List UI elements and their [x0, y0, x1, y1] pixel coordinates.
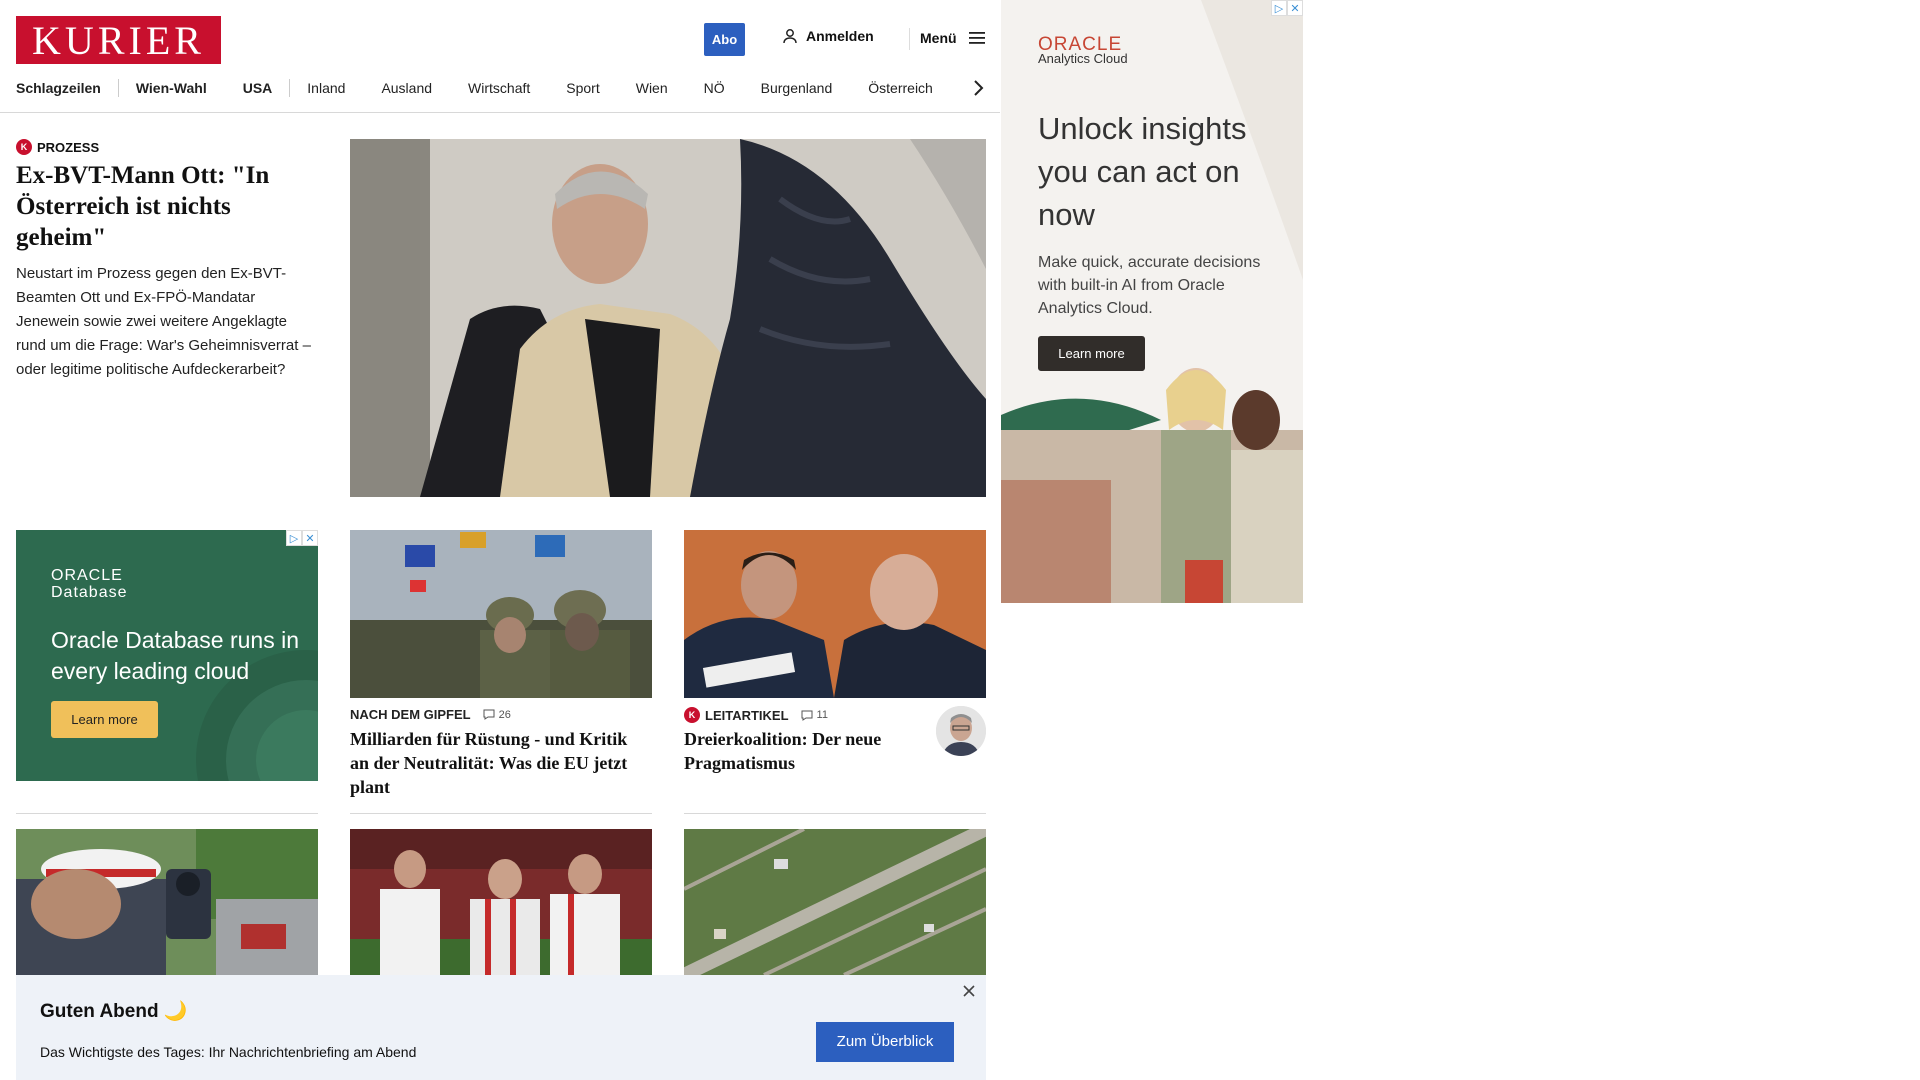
kurier-logo[interactable]: KURIER: [16, 16, 221, 64]
oracle-logo-line2: Database: [51, 584, 128, 601]
lead-kicker: K PROZESS: [16, 139, 99, 155]
ad-headline: Oracle Database runs in every leading cl…: [51, 627, 300, 684]
user-icon: [783, 29, 797, 44]
adchoices-icon[interactable]: ▷: [286, 530, 302, 546]
police-radar-photo: [16, 829, 318, 975]
learn-more-button[interactable]: Learn more: [1038, 336, 1145, 371]
card-headline[interactable]: Milliarden für Rüstung - und Kritik an d…: [350, 727, 650, 799]
divider: [289, 79, 291, 97]
aerial-photo: [684, 829, 986, 975]
comment-count[interactable]: 26: [483, 709, 511, 721]
nav-item-inland[interactable]: Inland: [307, 80, 345, 96]
evening-briefing-banner: Guten Abend 🌙 Das Wichtigste des Tages: …: [16, 975, 986, 1080]
nav-item-usa[interactable]: USA: [243, 80, 273, 96]
comment-count[interactable]: 11: [801, 709, 828, 721]
football-photo: [350, 829, 652, 975]
menu-label: Menü: [920, 30, 957, 46]
oracle-analytics-ad[interactable]: ORACLE Analytics Cloud Unlock insights y…: [1001, 0, 1303, 603]
card-kicker: NACH DEM GIPFEL: [350, 707, 471, 722]
lead-kicker-label: PROZESS: [37, 139, 100, 155]
oracle-logo: ORACLE Database: [51, 567, 128, 601]
lead-image[interactable]: [350, 139, 986, 497]
divider: [350, 813, 652, 814]
close-icon[interactable]: [962, 984, 976, 998]
card-image-police[interactable]: [16, 829, 318, 975]
nav-item-wien[interactable]: Wien: [636, 80, 668, 96]
nav-item-wirtschaft[interactable]: Wirtschaft: [468, 80, 530, 96]
comment-count-value: 11: [816, 709, 828, 721]
author-photo: [936, 706, 986, 756]
lead-photo: [350, 139, 986, 497]
overview-button[interactable]: Zum Überblick: [816, 1022, 954, 1062]
abo-button[interactable]: Abo: [704, 23, 745, 56]
divider: [684, 813, 986, 814]
card-image-football[interactable]: [350, 829, 652, 975]
lead-headline[interactable]: Ex-BVT-Mann Ott: "In Österreich ist nich…: [16, 160, 316, 253]
close-icon[interactable]: ✕: [1287, 0, 1303, 16]
card-image-aerial[interactable]: [684, 829, 986, 975]
learn-more-button[interactable]: Learn more: [51, 701, 158, 738]
menu-button[interactable]: Menü: [920, 30, 985, 46]
divider: [117, 79, 119, 97]
kurier-plus-icon: K: [16, 139, 32, 155]
oracle-database-ad[interactable]: ORACLE Database Oracle Database runs in …: [16, 530, 318, 781]
ad-body: Make quick, accurate decisions with buil…: [1038, 254, 1261, 317]
divider: [16, 813, 318, 814]
card-image-eu-summit[interactable]: [350, 530, 652, 698]
nav-item-ausland[interactable]: Ausland: [381, 80, 432, 96]
comment-icon: [801, 710, 813, 721]
adchoices[interactable]: ▷ ✕: [1271, 0, 1303, 16]
lead-teaser[interactable]: Neustart im Prozess gegen den Ex-BVT-Bea…: [16, 262, 321, 382]
card-meta: NACH DEM GIPFEL 26: [350, 707, 511, 722]
nav-item-sport[interactable]: Sport: [566, 80, 599, 96]
chevron-right-icon[interactable]: [972, 79, 984, 97]
nav-item-burgenland[interactable]: Burgenland: [761, 80, 833, 96]
politicians-photo: [684, 530, 986, 698]
briefing-title: Guten Abend 🌙: [40, 1001, 188, 1022]
nav-item-schlagzeilen[interactable]: Schlagzeilen: [16, 80, 101, 96]
nav-item-noe[interactable]: NÖ: [704, 80, 725, 96]
briefing-text: Das Wichtigste des Tages: Ihr Nachrichte…: [40, 1044, 417, 1060]
ad-subbrand: Analytics Cloud: [1038, 51, 1128, 66]
oracle-logo-line1: ORACLE: [51, 567, 123, 584]
card-headline[interactable]: Dreierkoalition: Der neue Pragmatismus: [684, 727, 924, 775]
kurier-plus-icon: K: [684, 707, 700, 723]
card-meta: K LEITARTIKEL 11: [684, 707, 828, 723]
site-header: KURIER Abo Anmelden Menü Schlagzeilen Wi…: [0, 0, 1000, 113]
adchoices-icon[interactable]: ▷: [1271, 0, 1287, 16]
card-kicker: LEITARTIKEL: [705, 707, 789, 723]
comment-icon: [483, 709, 495, 720]
close-icon[interactable]: ✕: [302, 530, 318, 546]
comment-count-value: 26: [498, 708, 511, 721]
divider: [909, 28, 910, 50]
login-button[interactable]: Anmelden: [782, 28, 874, 44]
section-nav: Schlagzeilen Wien-Wahl USA Inland Auslan…: [16, 78, 933, 98]
login-label: Anmelden: [806, 28, 874, 44]
soldiers-photo: [350, 530, 652, 698]
card-image-coalition[interactable]: [684, 530, 986, 698]
author-avatar[interactable]: [936, 706, 986, 756]
adchoices[interactable]: ▷ ✕: [286, 530, 318, 546]
ad-headline: Unlock insights you can act on now: [1038, 111, 1247, 232]
hamburger-icon: [968, 32, 985, 44]
nav-item-oesterreich[interactable]: Österreich: [868, 80, 933, 96]
nav-item-wien-wahl[interactable]: Wien-Wahl: [136, 80, 207, 96]
